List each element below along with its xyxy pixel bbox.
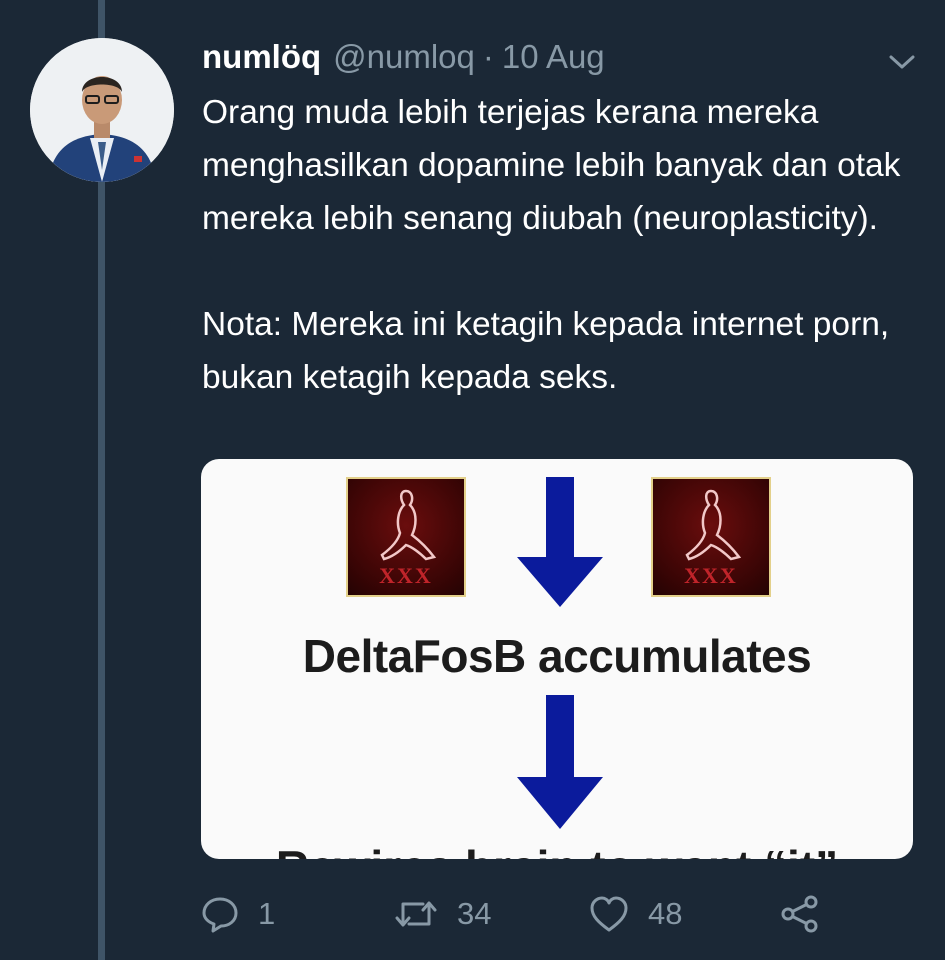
heart-icon bbox=[590, 896, 628, 932]
user-handle[interactable]: @numloq bbox=[333, 38, 475, 76]
retweet-button[interactable]: 34 bbox=[393, 888, 491, 940]
retweet-count: 34 bbox=[457, 896, 492, 931]
xxx-icon-right: XXX bbox=[651, 477, 771, 597]
reply-count: 1 bbox=[258, 896, 276, 931]
tweet-paragraph-2: Nota: Mereka ini ketagih kepada internet… bbox=[202, 306, 890, 396]
arrow-down-icon bbox=[517, 477, 603, 607]
reply-icon bbox=[202, 897, 238, 933]
tweet-date[interactable]: 10 Aug bbox=[502, 38, 605, 76]
media-caption-2: Rewires brain to want “it” bbox=[201, 840, 913, 859]
avatar[interactable] bbox=[30, 38, 174, 182]
tweet-media-image[interactable]: XXX XXX DeltaFosB accumulates Rewires br… bbox=[201, 459, 913, 859]
avatar-photo bbox=[30, 38, 174, 182]
like-count: 48 bbox=[648, 896, 683, 931]
chevron-down-icon[interactable] bbox=[887, 52, 917, 72]
tweet-actions: 1 34 48 bbox=[200, 888, 920, 940]
xxx-icon-left: XXX bbox=[346, 477, 466, 597]
silhouette-icon bbox=[380, 489, 437, 561]
xxx-label: XXX bbox=[379, 563, 433, 588]
tweet-header: numlöq @numloq · 10 Aug bbox=[202, 38, 925, 80]
share-icon bbox=[781, 895, 818, 933]
share-button[interactable] bbox=[778, 888, 822, 940]
retweet-icon bbox=[395, 901, 437, 927]
silhouette-icon bbox=[685, 489, 742, 561]
tweet-paragraph-1: Orang muda lebih terjejas kerana mereka … bbox=[202, 94, 901, 237]
media-caption-1: DeltaFosB accumulates bbox=[302, 630, 812, 682]
like-button[interactable]: 48 bbox=[588, 888, 682, 940]
arrow-down-icon bbox=[517, 695, 603, 829]
display-name[interactable]: numlöq bbox=[202, 38, 321, 76]
separator-dot: · bbox=[482, 38, 494, 75]
reply-button[interactable]: 1 bbox=[200, 888, 275, 940]
tweet-text: Orang muda lebih terjejas kerana mereka … bbox=[202, 86, 922, 404]
xxx-label: XXX bbox=[684, 563, 738, 588]
